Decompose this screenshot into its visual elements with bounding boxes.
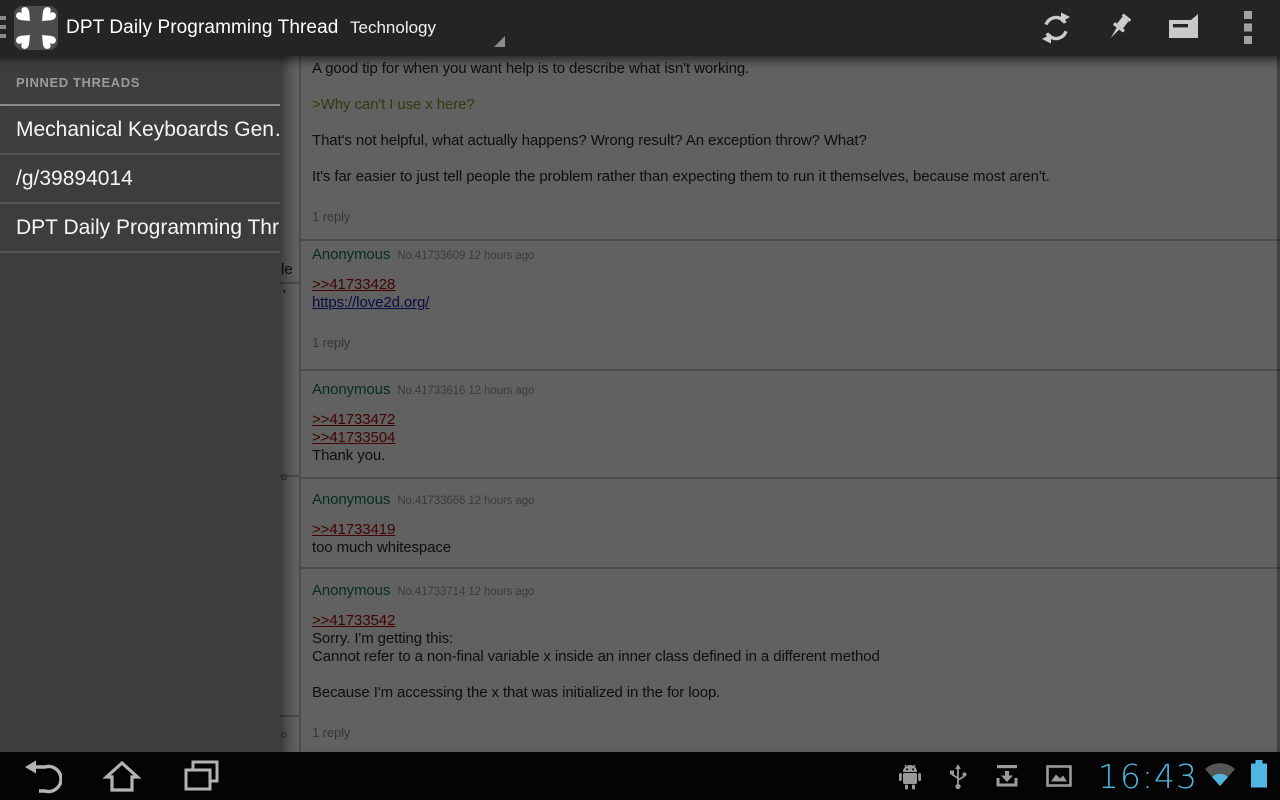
status-clock: 16:43 (1098, 757, 1198, 796)
hamburger-menu-icon[interactable] (0, 16, 6, 42)
back-icon (22, 758, 62, 794)
board-selector-spinner[interactable]: Technology (336, 0, 516, 56)
wifi-icon (1202, 760, 1238, 793)
pinned-threads-drawer: PINNED THREADS Mechanical Keyboards Gen…… (0, 56, 280, 752)
thread-title: DPT Daily Programming Thread (66, 0, 338, 56)
reply-compose-icon (1166, 13, 1202, 43)
nav-back-button[interactable] (10, 752, 74, 800)
home-icon (103, 759, 141, 793)
pinned-threads-header: PINNED THREADS (0, 56, 280, 106)
usb-connected-icon (948, 763, 968, 790)
reply-button[interactable] (1160, 0, 1208, 56)
overflow-dots-icon (1243, 10, 1253, 46)
battery-icon (1250, 760, 1268, 793)
nav-home-button[interactable] (90, 752, 154, 800)
drawer-item[interactable]: /g/39894014 (0, 155, 280, 204)
status-tray[interactable]: 16:43 (898, 752, 1280, 800)
drawer-item[interactable]: Mechanical Keyboards Gen… (0, 106, 280, 155)
system-nav-bar: 16:43 (0, 752, 1280, 800)
drawer-item[interactable]: DPT Daily Programming Thr… (0, 204, 280, 253)
pin-icon (1103, 11, 1137, 45)
usb-debugging-android-icon (898, 763, 922, 790)
action-bar: ♥ ♥ ♥ ♥ DPT Daily Programming Thread Tec… (0, 0, 1280, 56)
overflow-menu-button[interactable] (1224, 0, 1272, 56)
nav-recents-button[interactable] (170, 752, 234, 800)
board-selector-label: Technology (350, 0, 436, 56)
pinned-threads-list: Mechanical Keyboards Gen…/g/39894014DPT … (0, 106, 280, 253)
gallery-image-icon (1046, 765, 1072, 787)
download-tray-icon (994, 763, 1020, 789)
refresh-icon (1039, 11, 1073, 45)
recent-apps-icon (183, 759, 221, 793)
refresh-button[interactable] (1032, 0, 1080, 56)
drawer-scrim[interactable] (280, 56, 1280, 752)
spinner-caret-icon (494, 36, 505, 47)
pin-thread-button[interactable] (1096, 0, 1144, 56)
app-logo-clover-icon[interactable]: ♥ ♥ ♥ ♥ (14, 6, 58, 50)
